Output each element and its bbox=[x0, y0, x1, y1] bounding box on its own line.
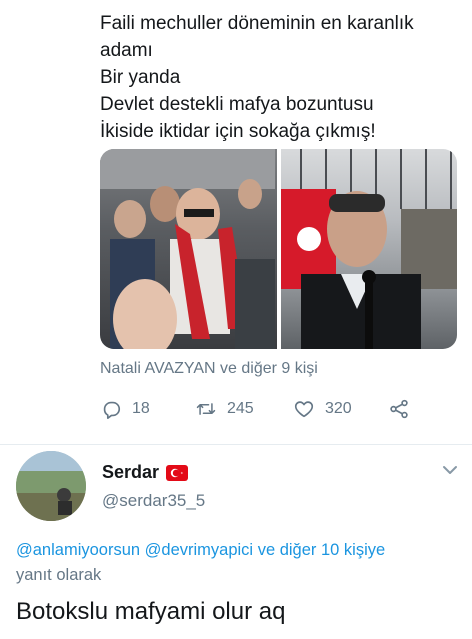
retweet-icon bbox=[196, 403, 216, 415]
like-action[interactable]: 320 bbox=[293, 398, 352, 420]
tweet-photo-right[interactable] bbox=[280, 149, 457, 349]
tweet-divider bbox=[0, 444, 472, 445]
retweet-action[interactable]: 245 bbox=[195, 398, 254, 420]
tweet-media[interactable] bbox=[100, 149, 457, 349]
tweet-text: Faili mechuller döneminin en karanlık ad… bbox=[100, 10, 460, 145]
reply-icon bbox=[103, 401, 121, 419]
reply-display-name[interactable]: Serdar bbox=[102, 462, 159, 483]
reply-count: 18 bbox=[132, 400, 150, 417]
chevron-down-icon[interactable] bbox=[441, 464, 459, 476]
share-action[interactable] bbox=[388, 398, 410, 420]
avatar[interactable] bbox=[16, 451, 86, 521]
mention-link[interactable]: @anlamiyoorsun bbox=[16, 541, 140, 559]
like-count: 320 bbox=[325, 400, 352, 417]
flag-symbol bbox=[170, 468, 183, 478]
tweet-line: adamı bbox=[100, 40, 153, 61]
reply-action[interactable]: 18 bbox=[100, 398, 150, 420]
replying-to: @anlamiyoorsun @devrimyapici ve diğer 10… bbox=[16, 541, 385, 560]
photo-left-illustration bbox=[100, 149, 275, 349]
tweet-line: Bir yanda bbox=[100, 67, 181, 88]
reply-handle[interactable]: @serdar35_5 bbox=[102, 491, 205, 511]
avatar-illustration bbox=[16, 451, 86, 521]
like-icon bbox=[294, 401, 314, 418]
tagged-users[interactable]: Natali AVAZYAN ve diğer 9 kişi bbox=[100, 360, 318, 378]
tweet-actions: 18 245 320 bbox=[100, 398, 420, 424]
reply-text: Botokslu mafyami olur aq bbox=[16, 598, 286, 625]
tweet-line: İkiside iktidar için sokağa çıkmış! bbox=[100, 121, 376, 142]
turkey-flag-icon bbox=[166, 465, 188, 481]
tweet-line: Faili mechuller döneminin en karanlık bbox=[100, 13, 414, 34]
replying-to-label: yanıt olarak bbox=[16, 566, 102, 584]
share-icon bbox=[390, 399, 408, 419]
mention-link[interactable]: @devrimyapici bbox=[145, 541, 253, 559]
tweet-line: Devlet destekli mafya bozuntusu bbox=[100, 94, 374, 115]
tweet-photo-left[interactable] bbox=[100, 149, 277, 349]
retweet-count: 245 bbox=[227, 400, 254, 417]
photo-right-illustration bbox=[280, 149, 457, 349]
mention-others-link[interactable]: ve diğer 10 kişiye bbox=[258, 541, 385, 559]
